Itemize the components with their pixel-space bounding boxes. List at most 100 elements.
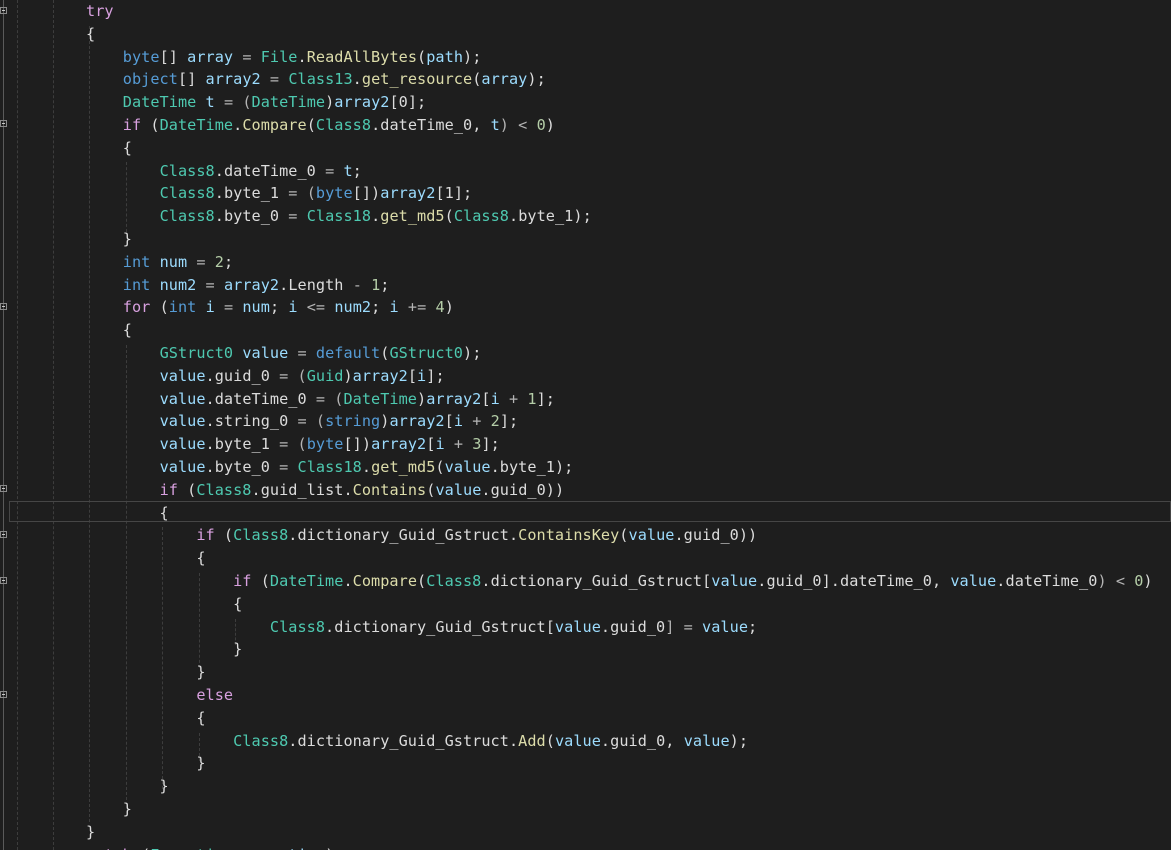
code-token: num2	[334, 298, 372, 317]
code-token: +=	[398, 298, 436, 317]
code-token: [	[702, 572, 712, 590]
code-token: =	[260, 70, 289, 89]
code-token: Compare	[352, 572, 418, 590]
code-line[interactable]: {	[86, 23, 95, 46]
collapse-icon[interactable]	[0, 7, 7, 14]
code-line[interactable]: Class8.byte_1 = (byte[])array2[1];	[86, 182, 473, 205]
code-line[interactable]: {	[86, 502, 169, 525]
code-token: if	[196, 526, 215, 545]
code-token: Contains	[352, 480, 427, 499]
code-line[interactable]: object[] array2 = Class13.get_resource(a…	[86, 68, 546, 91]
code-token: = (	[214, 93, 252, 112]
code-token: exception	[242, 846, 325, 850]
code-token: );	[573, 207, 592, 226]
code-token: Class8	[453, 207, 509, 226]
collapse-icon[interactable]	[0, 691, 7, 698]
code-token: if	[159, 480, 178, 499]
code-token: [0];	[389, 93, 427, 112]
code-token: GStruct0	[159, 344, 234, 362]
code-line[interactable]: }	[86, 798, 132, 821]
code-token: guid_0	[683, 526, 739, 545]
code-token: +	[499, 389, 528, 408]
code-line[interactable]: try	[86, 0, 114, 23]
code-line[interactable]: }	[86, 661, 206, 684]
code-token: int	[168, 298, 197, 317]
code-editor[interactable]: try { byte[] array = File.ReadAllBytes(pa…	[0, 0, 1171, 850]
code-token: .	[600, 731, 611, 750]
code-token: dictionary_Guid_Gstruct	[490, 572, 703, 590]
code-line[interactable]: catch (Exception exception)	[86, 844, 334, 850]
code-token: 2	[214, 252, 224, 271]
code-token: .	[233, 116, 243, 134]
code-token: (	[435, 458, 445, 476]
code-line[interactable]: int num2 = array2.Length - 1;	[86, 274, 390, 297]
code-line[interactable]: {	[86, 319, 132, 342]
code-line[interactable]: {	[86, 593, 242, 616]
code-line[interactable]: {	[86, 707, 206, 730]
code-token: {	[86, 549, 206, 568]
code-token: guid_0	[766, 572, 822, 590]
code-line[interactable]: Class8.byte_0 = Class18.get_md5(Class8.b…	[86, 205, 592, 228]
code-line[interactable]: byte[] array = File.ReadAllBytes(path);	[86, 46, 482, 69]
code-line[interactable]: GStruct0 value = default(GStruct0);	[86, 342, 482, 365]
code-line[interactable]: }	[86, 228, 132, 251]
code-token: []	[159, 47, 188, 66]
collapse-icon[interactable]	[0, 577, 7, 584]
code-token: )	[545, 116, 555, 134]
code-token: get_resource	[361, 70, 473, 89]
code-token: (	[417, 47, 427, 66]
code-token: (	[306, 116, 316, 134]
code-token: )	[325, 93, 335, 112]
code-token: .	[279, 275, 289, 294]
collapse-icon[interactable]	[0, 120, 7, 127]
code-token: (	[141, 116, 160, 134]
code-line[interactable]: Class8.dictionary_Guid_Gstruct.Add(value…	[86, 730, 748, 753]
code-token: array2	[426, 389, 482, 408]
code-line[interactable]: }	[86, 775, 169, 798]
code-token: i	[389, 298, 399, 317]
code-token: .	[205, 389, 215, 408]
code-line[interactable]: }	[86, 821, 95, 844]
code-line[interactable]: {	[86, 547, 206, 570]
code-line[interactable]: Class8.dateTime_0 = t;	[86, 160, 362, 183]
code-line[interactable]: }	[86, 638, 242, 661]
code-line[interactable]: int num = 2;	[86, 251, 233, 274]
code-line[interactable]: if (DateTime.Compare(Class8.dictionary_G…	[86, 570, 1153, 593]
code-line[interactable]: Class8.dictionary_Guid_Gstruct[value.gui…	[86, 616, 757, 639]
code-token: {	[86, 594, 243, 613]
code-line[interactable]: value.dateTime_0 = (DateTime)array2[i + …	[86, 388, 555, 411]
code-token: .	[509, 207, 519, 226]
collapse-icon[interactable]	[0, 485, 7, 492]
code-token: default	[315, 344, 381, 362]
code-token: try	[86, 2, 114, 20]
code-line[interactable]: value.guid_0 = (Guid)array2[i];	[86, 365, 445, 388]
code-line[interactable]: DateTime t = (DateTime)array2[0];	[86, 91, 426, 114]
code-token: =	[214, 298, 243, 317]
collapse-icon[interactable]	[0, 303, 7, 310]
code-token: [])	[352, 184, 381, 203]
code-line[interactable]: value.byte_1 = (byte[])array2[i + 3];	[86, 433, 500, 456]
code-line[interactable]: for (int i = num; i <= num2; i += 4)	[86, 296, 454, 319]
code-line[interactable]: value.byte_0 = Class18.get_md5(value.byt…	[86, 456, 574, 479]
code-line[interactable]: else	[86, 684, 233, 707]
code-token: num	[159, 252, 188, 271]
code-token: ;	[269, 298, 289, 317]
code-token: int	[122, 252, 151, 271]
code-token: [])	[343, 435, 372, 454]
code-token: i	[288, 298, 298, 317]
code-token: value	[444, 458, 491, 476]
code-line[interactable]: if (Class8.dictionary_Guid_Gstruct.Conta…	[86, 524, 757, 547]
code-token: dateTime_0	[380, 116, 473, 134]
code-line[interactable]: }	[86, 752, 206, 775]
collapse-icon[interactable]	[0, 531, 7, 538]
code-line[interactable]: value.string_0 = (string)array2[i + 2];	[86, 410, 519, 433]
code-line[interactable]: {	[86, 137, 132, 160]
code-token: {	[86, 708, 206, 727]
code-line[interactable]: if (Class8.guid_list.Contains(value.guid…	[86, 479, 565, 502]
code-token: num2	[159, 275, 197, 294]
code-line[interactable]: if (DateTime.Compare(Class8.dateTime_0, …	[86, 114, 555, 137]
